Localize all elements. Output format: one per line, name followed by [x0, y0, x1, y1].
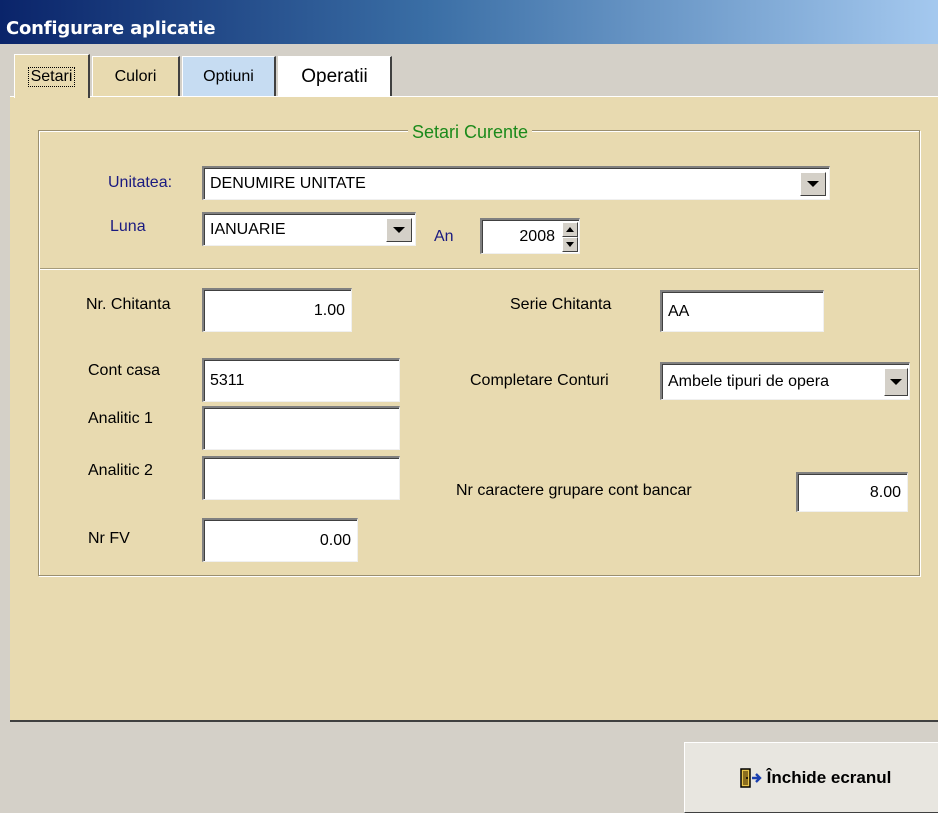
nr-fv-value: 0.00: [319, 531, 351, 549]
tab-setari-label: Setari: [27, 66, 76, 87]
serie-chitanta-input[interactable]: AA: [660, 290, 824, 332]
tab-operatii[interactable]: Operatii: [278, 56, 392, 96]
an-spin-buttons[interactable]: [562, 222, 578, 252]
completare-conturi-label: Completare Conturi: [470, 372, 609, 389]
chevron-down-icon: [393, 227, 405, 233]
unitatea-value: DENUMIRE UNITATE: [210, 174, 366, 192]
luna-dropdown-button[interactable]: [386, 218, 412, 242]
completare-conturi-dropdown-button[interactable]: [884, 368, 908, 396]
tab-culori-label: Culori: [114, 67, 157, 85]
close-screen-button[interactable]: Închide ecranul: [684, 742, 938, 813]
completare-conturi-value: Ambele tipuri de opera: [668, 372, 829, 390]
nr-caractere-value: 8.00: [869, 483, 901, 501]
chevron-down-icon: [890, 379, 902, 385]
analitic-2-input[interactable]: [202, 456, 400, 500]
tab-culori[interactable]: Culori: [92, 56, 180, 96]
nr-chitanta-value: 1.00: [313, 301, 345, 319]
group-title: Setari Curente: [408, 122, 533, 143]
luna-label: Luna: [110, 218, 146, 235]
cont-casa-value: 5311: [210, 371, 245, 389]
analitic-1-label: Analitic 1: [88, 410, 153, 427]
tab-setari[interactable]: Setari: [14, 54, 90, 98]
nr-fv-label: Nr FV: [88, 530, 130, 547]
completare-conturi-select[interactable]: Ambele tipuri de opera: [660, 362, 910, 400]
unitatea-dropdown-button[interactable]: [800, 172, 826, 196]
analitic-2-label: Analitic 2: [88, 462, 153, 479]
an-value: 2008: [519, 227, 555, 245]
serie-chitanta-label: Serie Chitanta: [510, 296, 612, 313]
cont-casa-input[interactable]: 5311: [202, 358, 400, 402]
nr-chitanta-label: Nr. Chitanta: [86, 296, 171, 313]
an-label: An: [434, 228, 454, 245]
analitic-1-input[interactable]: [202, 406, 400, 450]
tab-operatii-label: Operatii: [301, 65, 368, 87]
nr-chitanta-input[interactable]: 1.00: [202, 288, 352, 332]
nr-fv-input[interactable]: 0.00: [202, 518, 358, 562]
spin-down-icon[interactable]: [562, 237, 578, 252]
tab-optiuni[interactable]: Optiuni: [182, 56, 276, 96]
tab-optiuni-label: Optiuni: [203, 67, 254, 85]
window-title: Configurare aplicatie: [6, 18, 216, 39]
nr-caractere-label: Nr caractere grupare cont bancar: [456, 482, 692, 499]
chevron-down-icon: [807, 181, 819, 187]
group-divider: [40, 268, 918, 269]
luna-select[interactable]: IANUARIE: [202, 212, 416, 246]
cont-casa-label: Cont casa: [88, 362, 161, 379]
exit-door-icon: [739, 767, 762, 788]
luna-value: IANUARIE: [210, 220, 286, 238]
spin-up-icon[interactable]: [562, 222, 578, 237]
serie-chitanta-value: AA: [668, 302, 690, 320]
unitatea-select[interactable]: DENUMIRE UNITATE: [202, 166, 830, 200]
close-screen-label: Închide ecranul: [766, 767, 892, 787]
nr-caractere-input[interactable]: 8.00: [796, 472, 908, 512]
unitatea-label: Unitatea:: [108, 174, 173, 191]
